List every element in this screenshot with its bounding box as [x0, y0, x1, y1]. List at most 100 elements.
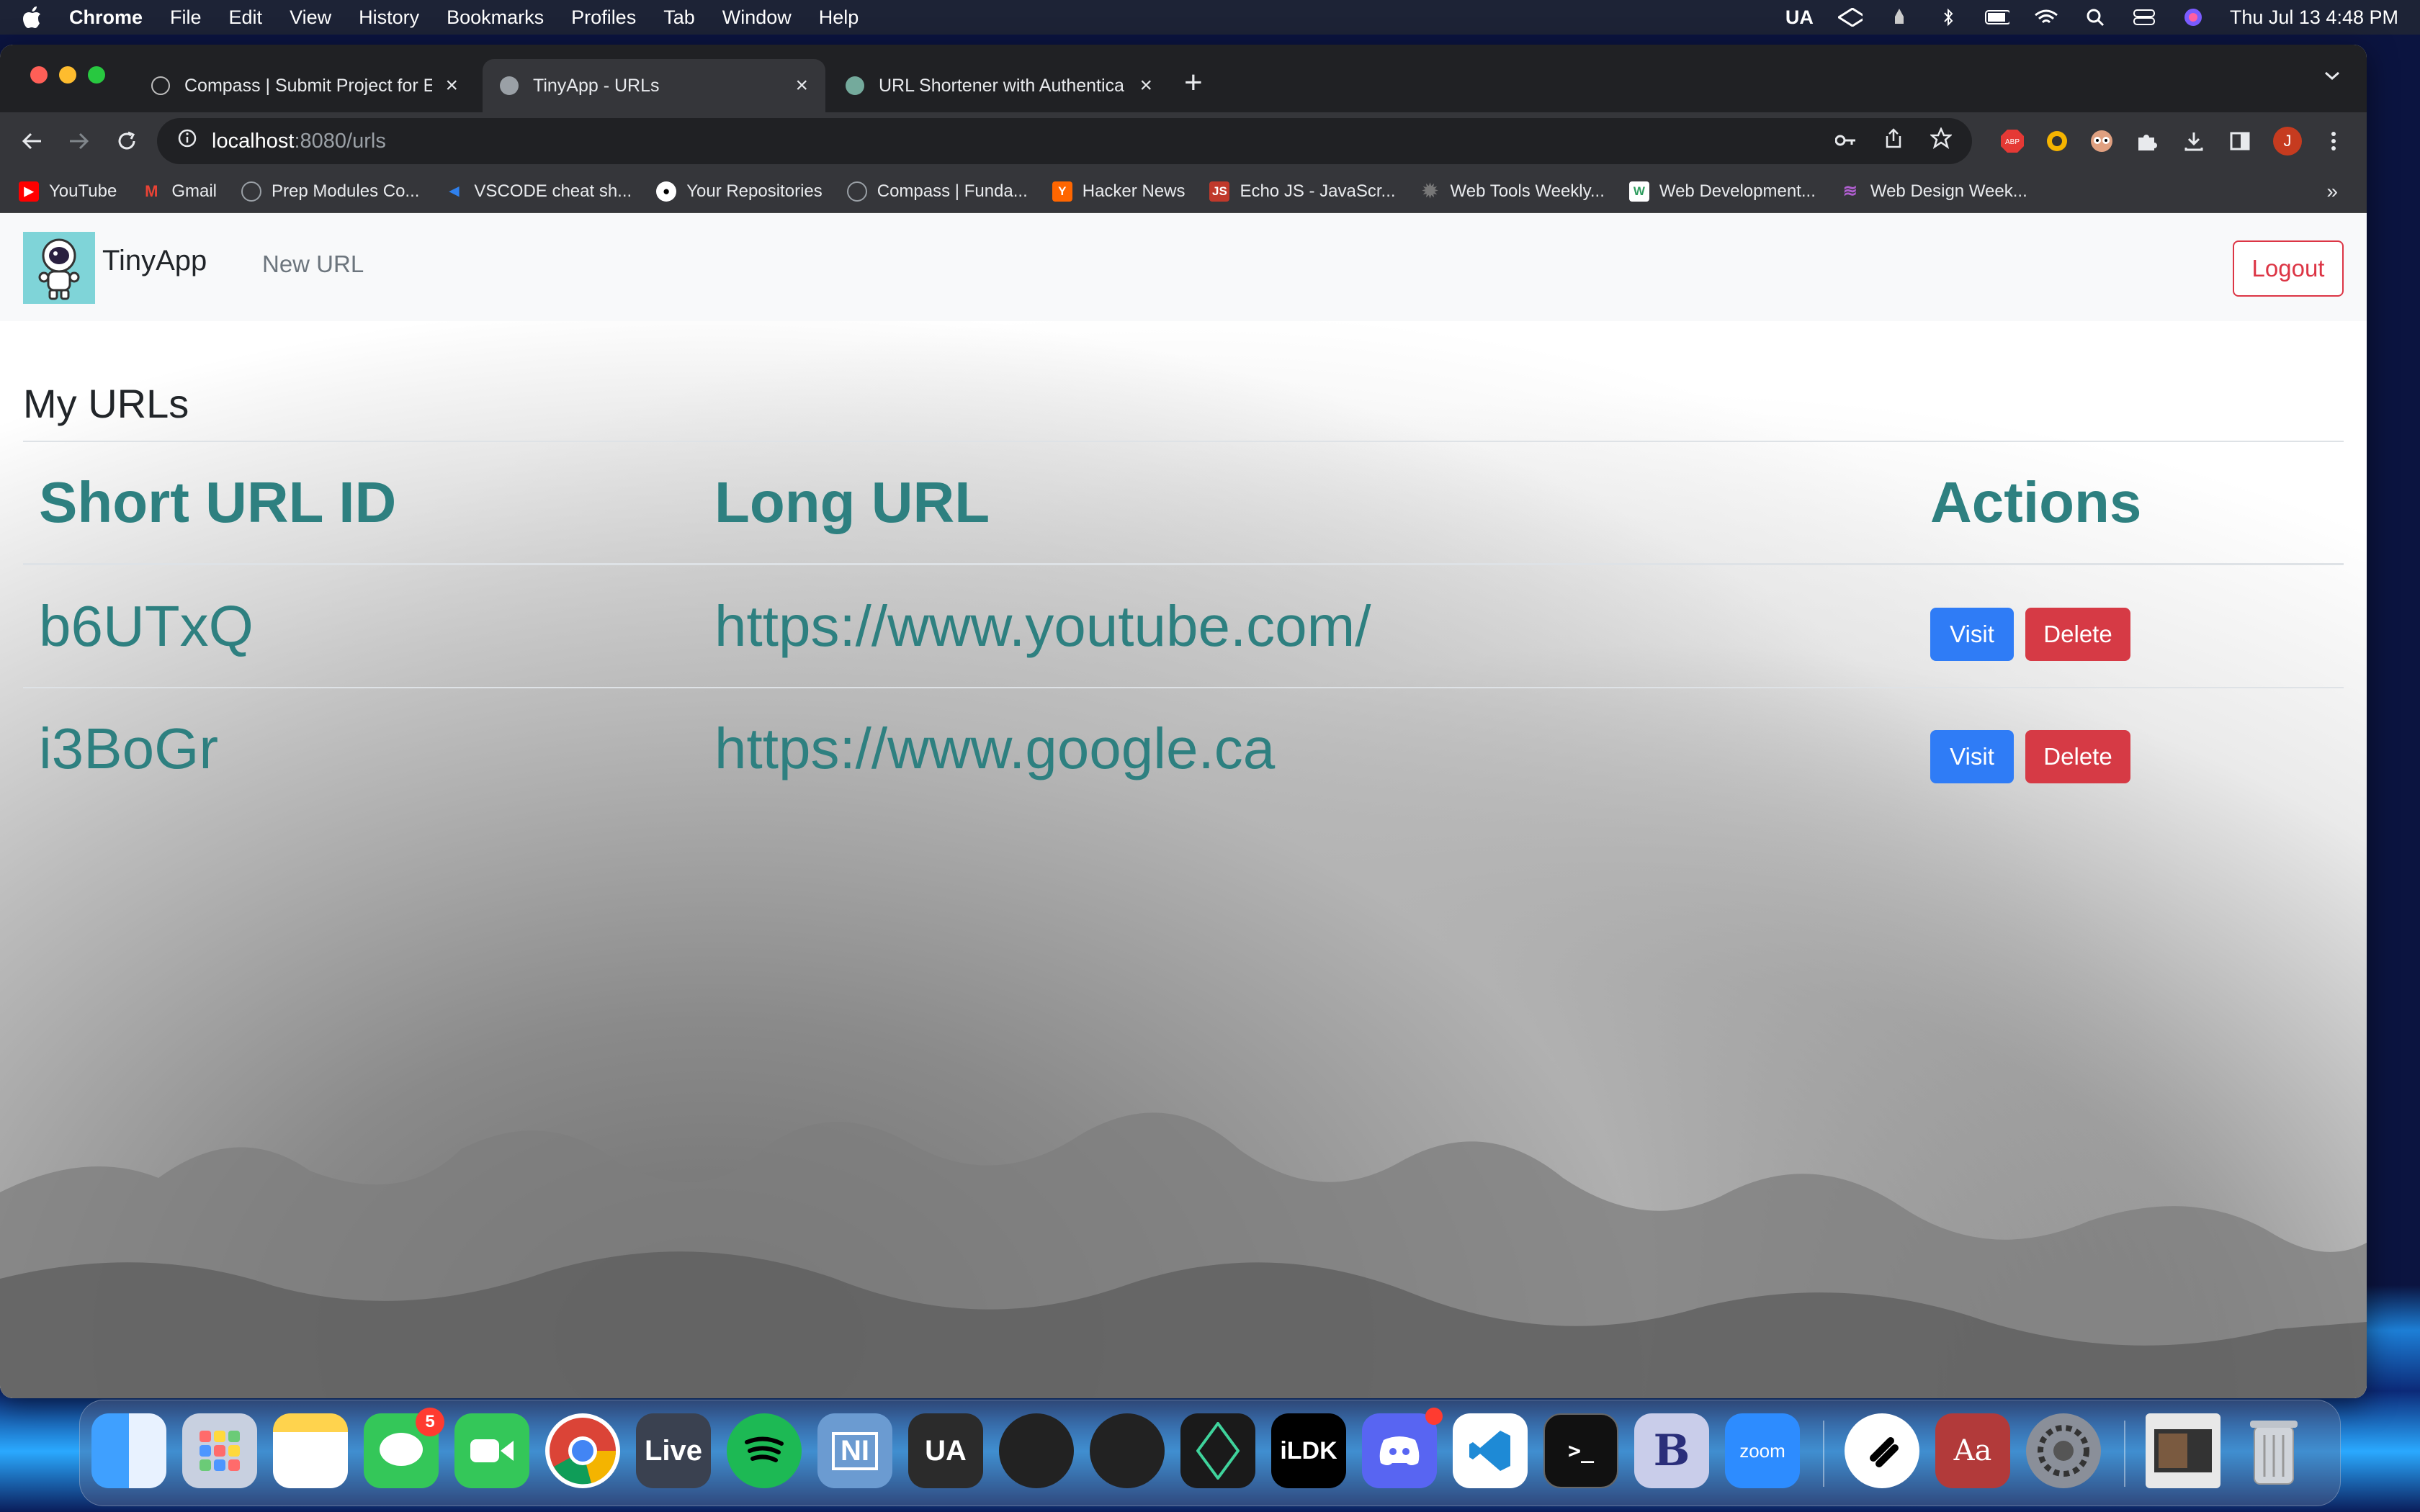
- tab-search-chevron-icon[interactable]: [2323, 69, 2341, 86]
- key-icon[interactable]: [1834, 130, 1857, 153]
- dock-divider: [1823, 1421, 1824, 1487]
- menu-bookmarks[interactable]: Bookmarks: [447, 6, 544, 29]
- discord-badge: [1425, 1408, 1443, 1425]
- bbedit-icon[interactable]: B: [1634, 1413, 1709, 1488]
- site-info-icon[interactable]: [177, 128, 197, 154]
- scrivener-icon[interactable]: [1845, 1413, 1919, 1488]
- minimize-window-button[interactable]: [59, 66, 76, 84]
- bookmarks-bar: ▶ YouTube M Gmail Prep Modules Co... ◄ VSCO…: [0, 170, 2367, 213]
- close-tab-icon[interactable]: ×: [1139, 73, 1152, 98]
- launchpad-icon[interactable]: [182, 1413, 257, 1488]
- eyes-extension-icon[interactable]: [2087, 127, 2116, 156]
- close-tab-icon[interactable]: ×: [795, 73, 808, 98]
- ua-status-text[interactable]: UA: [1785, 6, 1814, 29]
- delete-button[interactable]: Delete: [2025, 608, 2130, 661]
- rocket-icon[interactable]: [1887, 8, 1912, 27]
- menu-history[interactable]: History: [359, 6, 419, 29]
- notes-icon[interactable]: [273, 1413, 348, 1488]
- arturia-icon[interactable]: [1180, 1413, 1255, 1488]
- search-icon[interactable]: [2083, 8, 2107, 27]
- bookmark-your-repositories[interactable]: ● Your Repositories: [656, 181, 823, 202]
- menu-file[interactable]: File: [170, 6, 202, 29]
- zoom-window-button[interactable]: [88, 66, 105, 84]
- control-center-icon[interactable]: [2132, 8, 2156, 27]
- chrome-icon[interactable]: [545, 1413, 620, 1488]
- bookmark-youtube[interactable]: ▶ YouTube: [19, 181, 117, 202]
- ableton-live-icon[interactable]: Live: [636, 1413, 711, 1488]
- download-icon[interactable]: [2179, 127, 2208, 156]
- spotify-icon[interactable]: [727, 1413, 802, 1488]
- visit-button[interactable]: Visit: [1930, 730, 2014, 783]
- bluetooth-icon[interactable]: [1936, 8, 1960, 27]
- dictionary-icon[interactable]: Aa: [1935, 1413, 2010, 1488]
- tab-compass-submit[interactable]: Compass | Submit Project for E ×: [134, 59, 475, 112]
- messages-icon[interactable]: 5: [364, 1408, 444, 1488]
- honey-extension-icon[interactable]: [2043, 127, 2071, 156]
- wifi-icon[interactable]: [2034, 8, 2058, 27]
- bookmark-compass-funda[interactable]: Compass | Funda...: [846, 181, 1028, 202]
- clock[interactable]: Thu Jul 13 4:48 PM: [2230, 6, 2398, 29]
- back-arrow-icon[interactable]: [16, 125, 48, 157]
- menu-window[interactable]: Window: [722, 6, 792, 29]
- adblock-icon[interactable]: ABP: [1998, 127, 2027, 156]
- ua-logo-icon[interactable]: [1837, 8, 1863, 27]
- ua-connect-icon[interactable]: UA: [908, 1413, 983, 1488]
- vscode-icon[interactable]: [1453, 1413, 1528, 1488]
- bookmark-echo-js[interactable]: JS Echo JS - JavaScr...: [1209, 181, 1396, 202]
- astronaut-logo[interactable]: [23, 232, 95, 304]
- new-tab-button[interactable]: +: [1184, 65, 1203, 101]
- more-bookmarks-icon[interactable]: »: [2326, 180, 2338, 203]
- bookmark-web-tools-weekly[interactable]: ✹ Web Tools Weekly...: [1420, 180, 1605, 202]
- menu-help[interactable]: Help: [819, 6, 859, 29]
- siri-icon[interactable]: [2181, 8, 2205, 27]
- share-icon[interactable]: [1884, 127, 1903, 155]
- menu-tab[interactable]: Tab: [663, 6, 695, 29]
- facetime-icon[interactable]: [454, 1413, 529, 1488]
- long-url-cell[interactable]: https://www.youtube.com/: [714, 593, 1371, 660]
- close-window-button[interactable]: [30, 66, 48, 84]
- discord-icon[interactable]: [1362, 1408, 1443, 1488]
- forward-arrow-icon[interactable]: [63, 125, 95, 157]
- bookmark-star-icon[interactable]: [1929, 126, 1953, 155]
- side-panel-icon[interactable]: [2226, 127, 2254, 156]
- menu-edit[interactable]: Edit: [229, 6, 263, 29]
- bookmark-web-development[interactable]: W Web Development...: [1628, 181, 1816, 202]
- bookmark-vscode-cheatsheet[interactable]: ◄ VSCODE cheat sh...: [444, 181, 632, 202]
- apple-icon[interactable]: [22, 5, 43, 30]
- zoom-icon[interactable]: zoom: [1725, 1413, 1800, 1488]
- native-instruments-icon[interactable]: NI: [817, 1413, 892, 1488]
- new-url-link[interactable]: New URL: [262, 251, 364, 278]
- hackernews-icon: Y: [1052, 181, 1072, 202]
- finder-icon[interactable]: [91, 1413, 166, 1488]
- bookmark-web-design-weekly[interactable]: ≋ Web Design Week...: [1840, 181, 2027, 202]
- ua-meter-icon[interactable]: [1090, 1413, 1165, 1488]
- visit-button[interactable]: Visit: [1930, 608, 2014, 661]
- tab-tinyapp-urls[interactable]: TinyApp - URLs ×: [483, 59, 825, 112]
- delete-button[interactable]: Delete: [2025, 730, 2130, 783]
- logout-button[interactable]: Logout: [2233, 240, 2344, 297]
- menu-view[interactable]: View: [290, 6, 331, 29]
- reload-icon[interactable]: [111, 125, 143, 157]
- menu-profiles[interactable]: Profiles: [571, 6, 636, 29]
- trash-icon[interactable]: [2236, 1413, 2311, 1488]
- bookmark-gmail[interactable]: M Gmail: [141, 181, 217, 202]
- system-settings-icon[interactable]: [2026, 1413, 2101, 1488]
- close-tab-icon[interactable]: ×: [445, 73, 458, 98]
- bookmark-prep-modules[interactable]: Prep Modules Co...: [241, 181, 419, 202]
- bookmark-hacker-news[interactable]: Y Hacker News: [1052, 181, 1185, 202]
- ua-console-icon[interactable]: [999, 1413, 1074, 1488]
- chrome-menu-icon[interactable]: [2319, 127, 2348, 156]
- github-icon: ●: [656, 181, 677, 202]
- long-url-cell[interactable]: https://www.google.ca: [714, 716, 1275, 782]
- extensions-puzzle-icon[interactable]: [2132, 127, 2161, 156]
- address-bar[interactable]: localhost:8080/urls: [157, 118, 1972, 164]
- profile-avatar[interactable]: J: [2273, 127, 2302, 156]
- brand-name[interactable]: TinyApp: [102, 245, 207, 277]
- battery-icon[interactable]: [1984, 8, 2009, 27]
- terminal-icon[interactable]: >_: [1543, 1413, 1618, 1488]
- bookmark-label: Web Design Week...: [1870, 181, 2027, 201]
- ilok-icon[interactable]: iLDK: [1271, 1413, 1346, 1488]
- menu-app-name[interactable]: Chrome: [69, 6, 143, 29]
- document-icon[interactable]: [2146, 1413, 2220, 1488]
- tab-url-shortener[interactable]: URL Shortener with Authentica ×: [828, 59, 1170, 112]
